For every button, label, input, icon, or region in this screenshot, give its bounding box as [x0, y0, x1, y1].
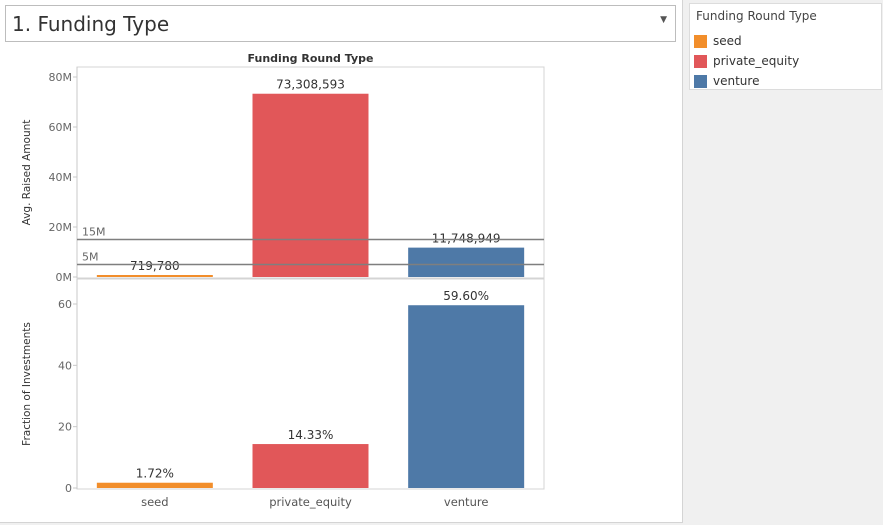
y-axis-title-1: Avg. Raised Amount: [21, 120, 33, 226]
data-label-venture-pane2: 59.60%: [443, 289, 489, 303]
legend-item-private-equity[interactable]: private_equity: [694, 54, 874, 70]
bar-chart: Funding Round Type 0M 20M 40M 60M 80M Avg. Rai…: [21, 52, 545, 509]
legend-swatch-seed: [694, 35, 707, 48]
bar-private-equity-pane2: [252, 444, 369, 488]
legend-swatch-venture: [694, 75, 707, 88]
data-label-seed-pane2: 1.72%: [136, 467, 174, 481]
y-tick-label: 0: [65, 482, 72, 495]
x-category-label-venture: venture: [444, 495, 489, 509]
data-label-seed-pane1: 719,780: [130, 259, 180, 273]
legend-label-private-equity: private_equity: [713, 54, 800, 68]
legend-title: Funding Round Type: [696, 9, 817, 23]
data-label-venture-pane1: 11,748,949: [432, 232, 501, 246]
y-tick-label: 20: [58, 421, 72, 434]
legend-swatch-private-equity: [694, 55, 707, 68]
reference-line-label-15M: 15M: [82, 226, 106, 239]
bar-venture-pane1: [408, 247, 525, 277]
bar-venture-pane2: [408, 305, 525, 488]
dashboard-main-panel: 1. Funding Type ▼ Funding Round Type 0M 20…: [0, 0, 683, 523]
y-tick-label: 60M: [49, 121, 73, 134]
y-axis-title-2: Fraction of Investments: [21, 322, 33, 446]
legend-item-venture[interactable]: venture: [694, 74, 874, 90]
x-category-label-seed: seed: [141, 495, 168, 509]
x-category-label-private-equity: private_equity: [269, 495, 352, 509]
y-tick-label: 20M: [49, 221, 73, 234]
legend-label-venture: venture: [713, 74, 760, 88]
y-tick-label: 80M: [49, 71, 73, 84]
legend-label-seed: seed: [713, 34, 742, 48]
y-tick-label: 40: [58, 359, 72, 372]
column-header-title: Funding Round Type: [248, 52, 374, 65]
y-tick-label: 60: [58, 298, 72, 311]
data-label-private-equity-pane1: 73,308,593: [276, 78, 345, 92]
y-tick-label: 40M: [49, 171, 73, 184]
reference-line-label-5M: 5M: [82, 251, 99, 264]
bar-seed-pane2: [96, 482, 213, 488]
bar-seed-pane1: [96, 275, 213, 277]
color-legend: Funding Round Type seed private_equity v…: [689, 3, 882, 90]
bar-private-equity-pane1: [252, 93, 369, 277]
legend-item-seed[interactable]: seed: [694, 34, 874, 50]
y-tick-label: 0M: [56, 271, 73, 284]
data-label-private-equity-pane2: 14.33%: [288, 428, 334, 442]
